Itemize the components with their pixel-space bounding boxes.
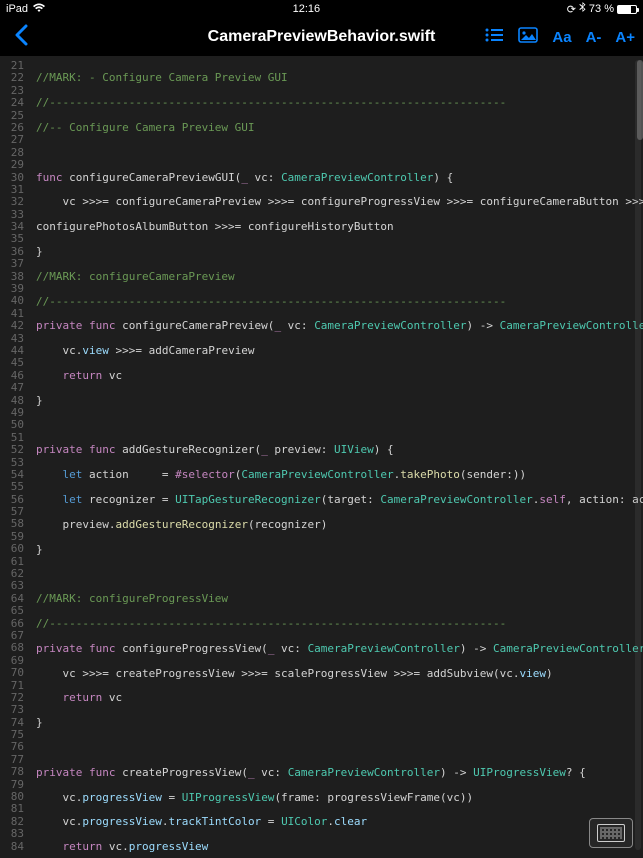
line-gutter: 2122232425262728293031323334353637383940… [0, 56, 30, 858]
bluetooth-icon [579, 2, 586, 16]
font-toggle[interactable]: Aa [552, 29, 571, 46]
code-editor[interactable]: 2122232425262728293031323334353637383940… [0, 56, 643, 858]
back-button[interactable] [8, 23, 34, 51]
font-decrease[interactable]: A- [586, 29, 602, 46]
battery-pct: 73 % [589, 3, 614, 15]
keyboard-icon [597, 824, 625, 842]
battery-icon [617, 5, 637, 14]
nav-bar: CameraPreviewBehavior.swift Aa A- A+ [0, 18, 643, 56]
scrollbar-thumb[interactable] [637, 60, 643, 140]
code-content[interactable]: //MARK: - Configure Camera Preview GUI /… [30, 56, 643, 858]
scrollbar-track[interactable] [635, 60, 641, 850]
device-label: iPad [6, 3, 28, 15]
keyboard-button[interactable] [589, 818, 633, 848]
image-icon[interactable] [518, 27, 538, 48]
wifi-icon [32, 3, 46, 16]
orientation-lock-icon: ⟳ [567, 3, 576, 16]
clock: 12:16 [293, 3, 321, 15]
outline-icon[interactable] [484, 27, 504, 48]
font-increase[interactable]: A+ [615, 29, 635, 46]
status-bar: iPad 12:16 ⟳ 73 % [0, 0, 643, 18]
